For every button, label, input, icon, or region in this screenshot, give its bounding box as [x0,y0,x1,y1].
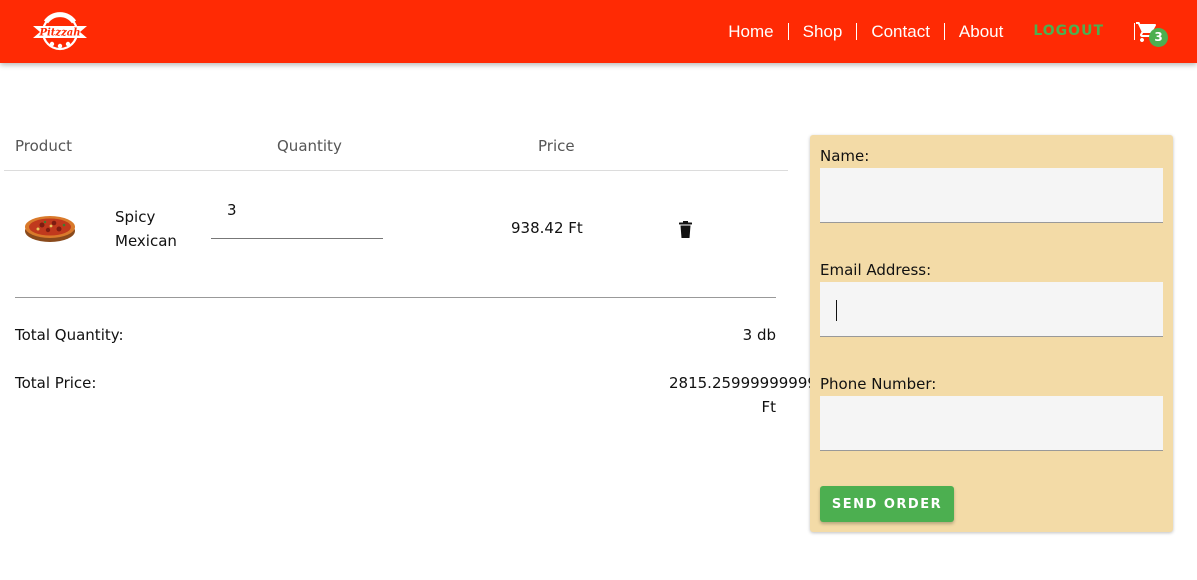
trash-icon[interactable] [678,221,693,238]
quantity-column-header: Quantity [277,137,342,155]
total-price-label: Total Price: [15,374,97,392]
nav-about-link[interactable]: About [945,23,1017,40]
phone-label: Phone Number: [820,375,937,393]
name-label: Name: [820,147,870,165]
total-quantity-label: Total Quantity: [15,326,124,344]
cart-button[interactable]: 3 [1135,20,1168,47]
product-column-header: Product [15,137,72,155]
phone-field[interactable] [820,396,1163,451]
nav-contact-link[interactable]: Contact [857,23,945,40]
pizza-image [25,216,75,242]
navbar: Pitzzah Home Shop Contact About LOGOUT 3 [0,0,1197,63]
order-form: Name: Email Address: Phone Number: SEND … [810,135,1173,532]
text-caret [836,300,837,321]
total-quantity-value: 3 db [742,326,776,344]
cart-count-badge: 3 [1149,27,1168,47]
logout-link[interactable]: LOGOUT [1017,23,1135,40]
total-price-unit: Ft [761,398,776,416]
quantity-input[interactable] [211,195,383,239]
product-name: Spicy Mexican [115,208,177,250]
pitzzah-logo[interactable]: Pitzzah [30,12,90,52]
nav-shop-link[interactable]: Shop [789,23,858,40]
email-field[interactable] [820,282,1163,337]
total-price-value: 2815.25999999999 [669,374,817,392]
nav-links: Home Shop Contact About LOGOUT 3 [714,0,1197,63]
nav-home-link[interactable]: Home [714,23,789,40]
email-label: Email Address: [820,261,932,279]
name-field[interactable] [820,168,1163,223]
logo-text: Pitzzah [38,28,80,39]
send-order-button[interactable]: SEND ORDER [820,486,954,522]
item-price: 938.42 Ft [511,219,583,237]
summary-divider [15,297,776,298]
header-divider [4,170,788,171]
price-column-header: Price [538,137,575,155]
